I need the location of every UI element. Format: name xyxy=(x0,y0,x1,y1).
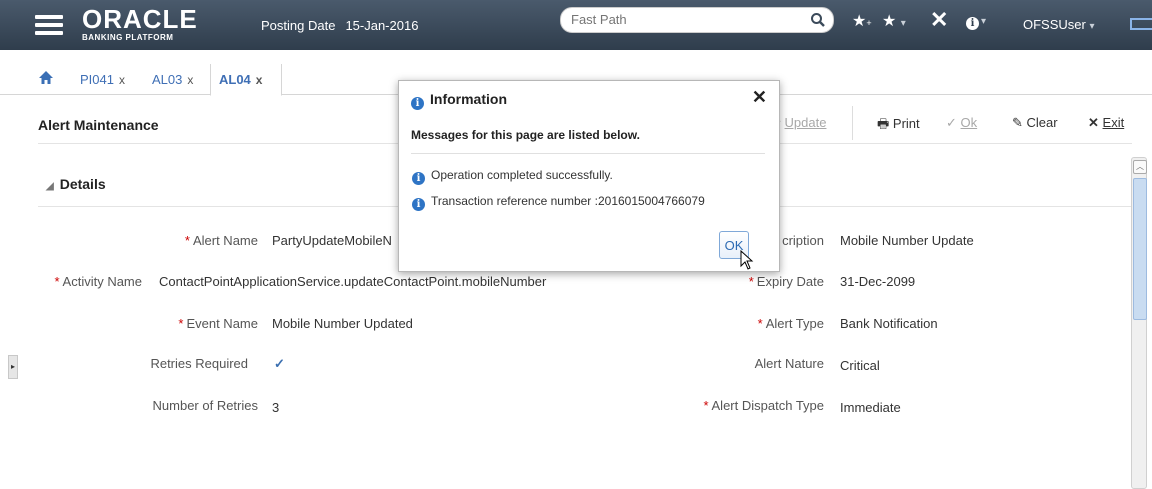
label-text: Event Name xyxy=(186,316,258,331)
tab-label: AL04 xyxy=(219,72,251,87)
expiry-date-value: 31-Dec-2099 xyxy=(840,274,916,289)
tab-label: PI041 xyxy=(80,72,114,87)
scrollbar-thumb[interactable] xyxy=(1133,178,1147,320)
retries-required-label: Retries Required xyxy=(150,356,248,371)
app-header: ORACLE BANKING PLATFORM Posting Date 15-J… xyxy=(0,0,1152,50)
panel-expand-icon[interactable]: ▸ xyxy=(8,355,18,379)
tab-pi041[interactable]: PI041 x xyxy=(80,72,125,87)
check-icon: ✓ xyxy=(946,115,957,130)
dialog-close-icon[interactable]: ✕ xyxy=(752,87,767,108)
print-button[interactable]: 🖶 Print xyxy=(877,115,920,137)
posting-date-label: Posting Date xyxy=(261,18,336,33)
label-text: Alert Dispatch Type xyxy=(711,398,824,413)
logo-wordmark: ORACLE xyxy=(82,4,198,34)
info-icon: i xyxy=(411,97,424,110)
dispatch-type-label: * Alert Dispatch Type xyxy=(640,398,824,413)
update-label: Update xyxy=(784,115,827,130)
toolbar-divider xyxy=(852,106,853,140)
required-mark: * xyxy=(703,398,709,413)
posting-date: Posting Date 15-Jan-2016 xyxy=(261,18,418,33)
print-icon: 🖶 xyxy=(877,116,890,131)
close-tab-icon[interactable]: x xyxy=(256,73,263,87)
home-icon[interactable] xyxy=(38,70,54,85)
mouse-cursor-icon xyxy=(740,250,754,270)
logo-subtitle: BANKING PLATFORM xyxy=(82,33,174,42)
required-mark: * xyxy=(184,233,190,248)
description-value: Mobile Number Update xyxy=(840,233,974,248)
favorites-icon[interactable]: ★ ▾ xyxy=(882,11,906,31)
exit-button[interactable]: ✕ Exit xyxy=(1088,115,1124,131)
ok-label: Ok xyxy=(960,115,978,130)
alert-nature-label: Alert Nature xyxy=(754,356,824,371)
fast-path-search[interactable] xyxy=(560,7,834,33)
number-of-retries-label: Number of Retries xyxy=(152,398,258,413)
required-mark: * xyxy=(757,316,763,331)
details-section-header[interactable]: ◢ Details xyxy=(46,176,106,192)
eraser-icon: ✎ xyxy=(1012,115,1023,130)
clear-button[interactable]: ✎ Clear xyxy=(1012,115,1058,131)
dialog-title-text: Information xyxy=(430,91,507,107)
page-title: Alert Maintenance xyxy=(38,117,159,133)
alert-type-label: * Alert Type xyxy=(700,316,824,331)
favorites-add-icon[interactable]: ★+ xyxy=(852,11,872,31)
event-name-label: * Event Name xyxy=(100,316,258,331)
dispatch-type-value: Immediate xyxy=(840,400,901,415)
ok-button[interactable]: ✓ Ok xyxy=(946,115,977,131)
close-tab-icon[interactable]: x xyxy=(187,73,193,87)
print-label: Print xyxy=(892,116,920,131)
exit-icon: ✕ xyxy=(1088,115,1099,130)
dialog-intro: Messages for this page are listed below. xyxy=(411,128,640,142)
expiry-date-label: * Expiry Date xyxy=(700,274,824,289)
message-text: Transaction reference number :2016015004… xyxy=(431,194,705,208)
information-dialog: i Information ✕ Messages for this page ar… xyxy=(398,80,780,272)
label-text: Activity Name xyxy=(62,274,142,289)
info-icon: i xyxy=(412,198,425,211)
required-mark: * xyxy=(748,274,754,289)
event-name-value: Mobile Number Updated xyxy=(272,316,413,331)
clear-label: Clear xyxy=(1026,115,1058,130)
label-text: Alert Type xyxy=(765,316,824,331)
exit-label: Exit xyxy=(1102,115,1125,130)
menu-icon[interactable] xyxy=(35,15,63,35)
scroll-up-icon[interactable]: ︿ xyxy=(1133,160,1147,174)
tab-al03[interactable]: AL03 x xyxy=(152,72,193,87)
required-mark: * xyxy=(178,316,184,331)
user-menu[interactable]: OFSSUser ▾ xyxy=(1023,17,1095,32)
vertical-scrollbar[interactable]: ︿ xyxy=(1131,157,1147,489)
alert-type-value: Bank Notification xyxy=(840,316,938,331)
required-mark: * xyxy=(54,274,60,289)
posting-date-value: 15-Jan-2016 xyxy=(345,18,419,33)
dialog-message: i Operation completed successfully. xyxy=(412,168,613,185)
tab-al04[interactable]: AL04 x xyxy=(219,72,262,87)
info-icon: i xyxy=(412,172,425,185)
oracle-logo: ORACLE BANKING PLATFORM xyxy=(82,6,198,42)
message-text: Operation completed successfully. xyxy=(431,168,613,182)
dialog-message: i Transaction reference number :201601500… xyxy=(412,194,705,211)
alert-name-label: * Alert Name xyxy=(100,233,258,248)
search-icon[interactable] xyxy=(810,12,826,28)
collapse-triangle-icon[interactable]: ◢ xyxy=(46,181,54,192)
user-name: OFSSUser xyxy=(1023,17,1086,32)
alert-name-value: PartyUpdateMobileN xyxy=(272,233,392,248)
retries-required-checkmark: ✓ xyxy=(274,356,285,371)
keyboard-icon[interactable] xyxy=(1130,18,1152,30)
dialog-divider xyxy=(411,153,765,154)
dialog-title: i Information xyxy=(411,91,507,110)
close-tab-icon[interactable]: x xyxy=(119,73,125,87)
tab-label: AL03 xyxy=(152,72,183,87)
section-title: Details xyxy=(59,176,106,192)
activity-name-label: * Activity Name xyxy=(18,274,142,289)
number-of-retries-value: 3 xyxy=(272,400,280,415)
activity-name-value: ContactPointApplicationService.updateCon… xyxy=(159,274,547,289)
alert-nature-value: Critical xyxy=(840,358,880,373)
label-text: Alert Name xyxy=(192,233,258,248)
help-icon[interactable]: i ▾ xyxy=(966,11,986,30)
close-all-icon[interactable]: ✕ xyxy=(930,7,948,33)
label-text: Expiry Date xyxy=(756,274,824,289)
fast-path-input[interactable] xyxy=(569,11,803,28)
